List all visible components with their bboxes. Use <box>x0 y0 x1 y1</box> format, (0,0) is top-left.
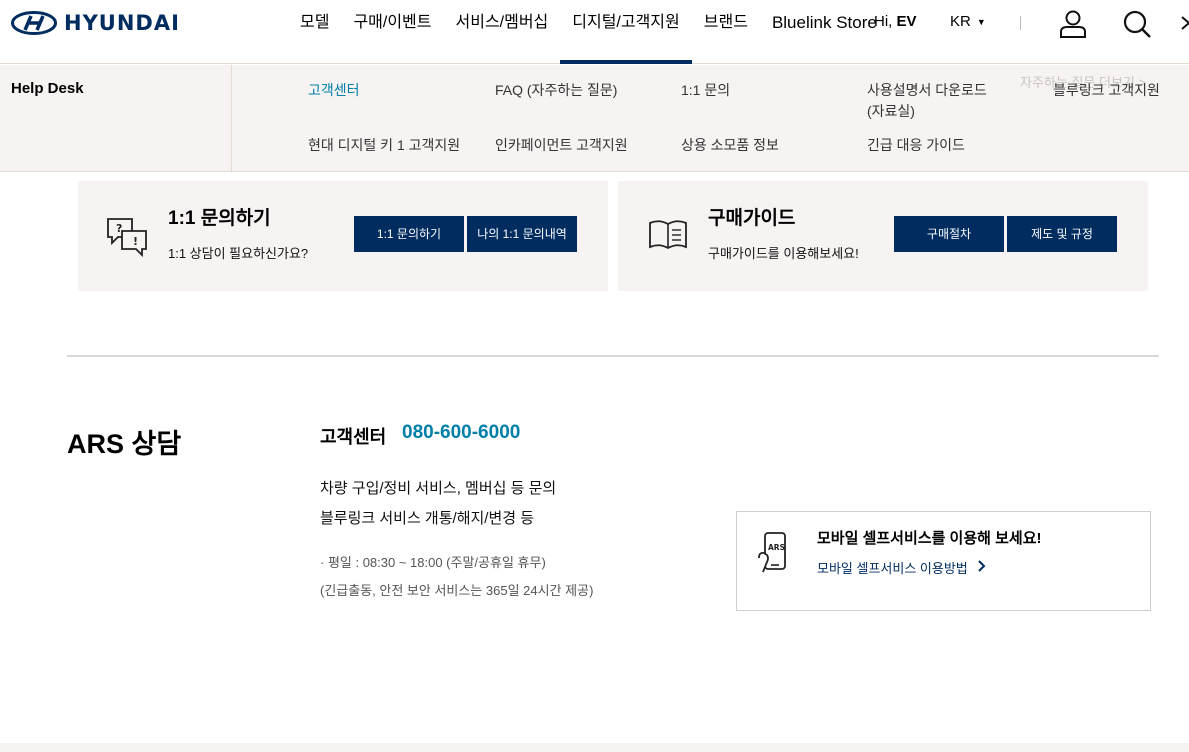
nav-bluelink-store[interactable]: Bluelink Store <box>760 0 889 64</box>
submenu-customer-center[interactable]: 고객센터 <box>308 80 360 101</box>
open-book-icon <box>648 219 688 256</box>
policy-rules-button[interactable]: 제도 및 규정 <box>1007 216 1117 252</box>
ars-desc-line-1: 차량 구입/정비 서비스, 멤버십 등 문의 <box>320 480 557 497</box>
user-greeting[interactable]: Hi, EV <box>874 13 917 30</box>
svg-text:!: ! <box>133 235 138 248</box>
purchase-guide-card: 구매가이드 구매가이드를 이용해보세요! 구매절차 제도 및 규정 <box>618 181 1148 291</box>
nav-models[interactable]: 모델 <box>288 0 341 64</box>
mobile-ars-icon: ARS <box>757 532 789 579</box>
chat-question-icon: ? ! <box>106 217 148 262</box>
submenu-one-to-one[interactable]: 1:1 문의 <box>681 80 730 101</box>
section-divider <box>67 355 1159 357</box>
submenu-emergency-guide[interactable]: 긴급 대응 가이드 <box>867 135 965 156</box>
inquiry-card-desc: 1:1 상담이 필요하신가요? <box>168 246 309 261</box>
submenu-manual-sublabel: (자료실) <box>867 103 915 119</box>
inquiry-card: ? ! 1:1 문의하기 1:1 상담이 필요하신가요? 1:1 문의하기 나의… <box>78 181 608 291</box>
submenu-title: Help Desk <box>11 80 84 97</box>
header-divider <box>1020 16 1021 30</box>
caret-down-icon: ▼ <box>976 16 986 27</box>
search-icon[interactable] <box>1122 9 1152 44</box>
global-header: HYUNDAI 모델 구매/이벤트 서비스/멤버십 디지털/고객지원 브랜드 B… <box>0 0 1189 64</box>
ars-hours: · 평일 : 08:30 ~ 18:00 (주말/공휴일 휴무) <box>320 555 546 570</box>
mobile-ars-badge: ARS <box>768 543 785 552</box>
language-value: KR <box>950 13 971 30</box>
nav-digital-support[interactable]: 디지털/고객지원 <box>560 0 692 64</box>
chevron-right-icon <box>978 560 986 575</box>
hyundai-emblem-icon <box>11 11 57 35</box>
nav-purchase-event[interactable]: 구매/이벤트 <box>341 0 443 64</box>
mobile-service-guide-link[interactable]: 모바일 셀프서비스 이용방법 <box>817 558 986 577</box>
purchase-process-button[interactable]: 구매절차 <box>894 216 1004 252</box>
user-icon[interactable] <box>1058 9 1088 44</box>
ars-desc-line-2: 블루링크 서비스 개통/해지/변경 등 <box>320 510 535 527</box>
mobile-service-title: 모바일 셀프서비스를 이용해 보세요! <box>817 530 1042 547</box>
submenu-divider <box>231 65 232 172</box>
mobile-self-service-box: ARS 모바일 셀프서비스를 이용해 보세요! 모바일 셀프서비스 이용방법 <box>736 511 1151 611</box>
language-select[interactable]: KR ▼ <box>950 13 986 30</box>
help-desk-submenu: Help Desk 자주하는 질문 더보기 > 고객센터 FAQ (자주하는 질… <box>0 65 1189 172</box>
submenu-digital-key[interactable]: 현대 디지털 키 1 고객지원 <box>308 135 460 156</box>
logo-wordmark: HYUNDAI <box>64 11 180 35</box>
my-inquiry-history-button[interactable]: 나의 1:1 문의내역 <box>467 216 577 252</box>
submenu-consumables[interactable]: 상용 소모품 정보 <box>681 135 779 156</box>
mobile-service-guide-label: 모바일 셀프서비스 이용방법 <box>817 561 968 576</box>
purchase-guide-title: 구매가이드 <box>708 208 796 229</box>
main-nav: 모델 구매/이벤트 서비스/멤버십 디지털/고객지원 브랜드 Bluelink … <box>288 0 889 64</box>
footer-edge <box>0 743 1189 752</box>
nav-brand[interactable]: 브랜드 <box>692 0 760 64</box>
hyundai-logo[interactable]: HYUNDAI <box>11 11 180 35</box>
inquiry-button[interactable]: 1:1 문의하기 <box>354 216 464 252</box>
purchase-guide-desc: 구매가이드를 이용해보세요! <box>708 246 859 261</box>
ars-title: ARS 상담 <box>67 429 182 459</box>
inquiry-card-title: 1:1 문의하기 <box>168 208 271 229</box>
submenu-in-car-payment[interactable]: 인카페이먼트 고객지원 <box>495 135 628 156</box>
submenu-faq[interactable]: FAQ (자주하는 질문) <box>495 80 617 101</box>
ars-emergency-note: (긴급출동, 안전 보안 서비스는 365일 24시간 제공) <box>320 583 594 598</box>
submenu-bluelink-support[interactable]: 블루링크 고객지원 <box>1053 80 1160 101</box>
greeting-prefix: Hi, <box>874 13 893 30</box>
nav-service-membership[interactable]: 서비스/멤버십 <box>444 0 561 64</box>
menu-edge-icon[interactable] <box>1180 9 1189 37</box>
submenu-manual-label: 사용설명서 다운로드 <box>867 82 987 98</box>
greeting-name: EV <box>896 13 917 30</box>
customer-center-label: 고객센터 <box>320 427 387 447</box>
customer-center-phone[interactable]: 080-600-6000 <box>402 422 520 444</box>
submenu-manual-download[interactable]: 사용설명서 다운로드 (자료실) <box>867 80 987 122</box>
